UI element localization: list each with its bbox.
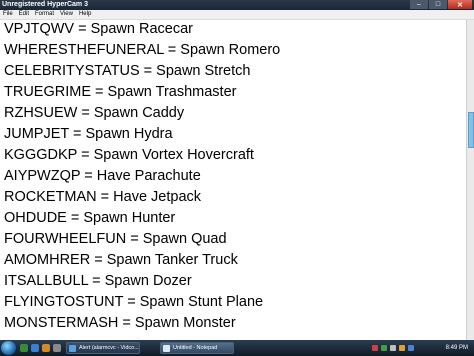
menu-bar: File Edit Format View Help (0, 10, 474, 20)
notepad-icon (163, 344, 170, 352)
text-line: ROCKETMAN = Have Jetpack (4, 189, 202, 205)
text-line: FOURWHEELFUN = Spawn Quad (4, 231, 227, 247)
minimize-icon: – (417, 1, 421, 8)
taskbar-button-label: Alert (alarmcvc - Vidco... (79, 345, 139, 351)
text-line: WHERESTHEFUNERAL = Spawn Romero (4, 42, 281, 58)
volume-icon[interactable] (390, 345, 396, 351)
taskbar: Alert (alarmcvc - Vidco... Untitled - No… (0, 340, 474, 356)
text-line: AIYPWZQP = Have Parachute (4, 168, 201, 184)
maximize-icon: □ (435, 1, 441, 8)
video-icon (69, 344, 76, 352)
title-bar[interactable]: Unregistered HyperCam 3 – □ ✕ (0, 0, 474, 10)
network-icon[interactable] (381, 345, 387, 351)
vertical-scrollbar[interactable] (466, 20, 474, 340)
scrollbar-thumb[interactable] (468, 112, 474, 148)
text-line: AMOMHRER = Spawn Tanker Truck (4, 252, 238, 268)
browser-icon[interactable] (31, 344, 39, 352)
close-icon: ✕ (457, 1, 463, 9)
clock[interactable]: 8:49 PM (446, 340, 468, 356)
menu-edit[interactable]: Edit (16, 10, 32, 19)
window-title: Unregistered HyperCam 3 (2, 1, 88, 8)
text-line: JUMPJET = Spawn Hydra (4, 126, 173, 142)
menu-help[interactable]: Help (76, 10, 94, 19)
switch-windows-icon[interactable] (53, 344, 61, 352)
menu-file[interactable]: File (0, 10, 16, 19)
security-icon[interactable] (399, 345, 405, 351)
taskbar-button-alert[interactable]: Alert (alarmcvc - Vidco... (66, 342, 140, 354)
text-line: KGGGDKP = Spawn Vortex Hovercraft (4, 147, 254, 163)
media-player-icon[interactable] (42, 344, 50, 352)
taskbar-button-notepad[interactable]: Untitled - Notepad (160, 342, 234, 354)
recording-icon[interactable] (372, 345, 378, 351)
text-line: FLYINGTOSTUNT = Spawn Stunt Plane (4, 294, 264, 310)
text-line: ITSALLBULL = Spawn Dozer (4, 273, 192, 289)
show-desktop-icon[interactable] (20, 344, 28, 352)
text-editor[interactable]: VPJTQWV = Spawn Racecar WHERESTHEFUNERAL… (0, 20, 466, 340)
text-line: TRUEGRIME = Spawn Trashmaster (4, 84, 237, 100)
maximize-button[interactable]: □ (429, 0, 447, 9)
start-button[interactable] (1, 341, 16, 355)
minimize-button[interactable]: – (410, 0, 428, 9)
text-line: RZHSUEW = Spawn Caddy (4, 105, 185, 121)
notepad-window: Unregistered HyperCam 3 – □ ✕ File Edit … (0, 0, 474, 340)
text-line: OHDUDE = Spawn Hunter (4, 210, 176, 226)
update-icon[interactable] (408, 345, 414, 351)
text-line: CELEBRITYSTATUS = Spawn Stretch (4, 63, 251, 79)
taskbar-button-label: Untitled - Notepad (173, 345, 218, 351)
close-button[interactable]: ✕ (448, 0, 472, 9)
menu-view[interactable]: View (57, 10, 76, 19)
menu-format[interactable]: Format (32, 10, 57, 19)
text-line: MONSTERMASH = Spawn Monster (4, 315, 236, 331)
text-line: VPJTQWV = Spawn Racecar (4, 21, 193, 37)
